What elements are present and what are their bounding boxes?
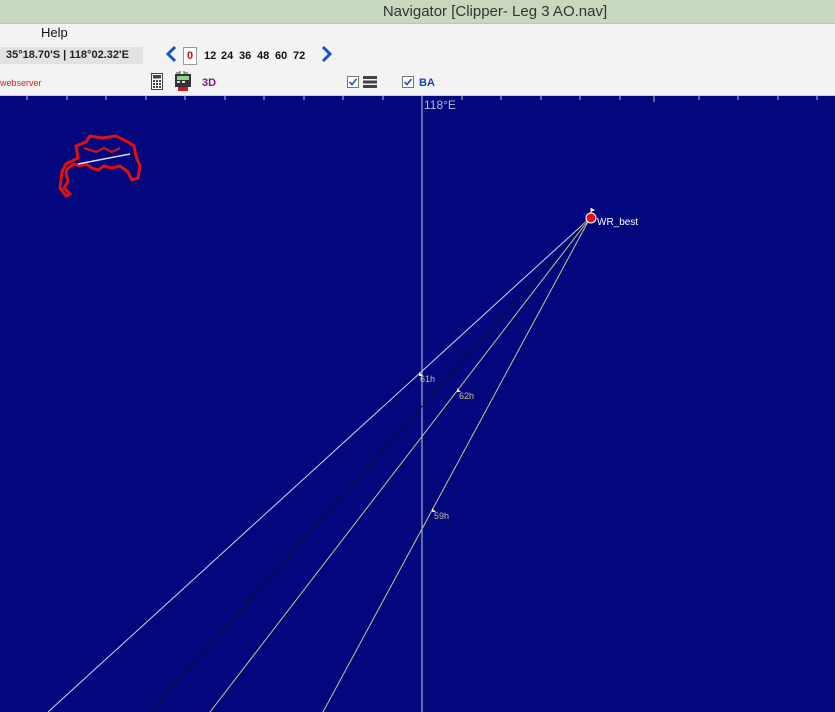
route-lines (47, 217, 591, 712)
meridian-label: 118°E (424, 98, 456, 112)
previous-time-button[interactable] (164, 45, 180, 63)
chevron-right-icon (321, 45, 333, 63)
menu-help[interactable]: Help (41, 25, 68, 40)
calculator-icon (151, 73, 163, 90)
gps-device-button[interactable] (173, 71, 193, 96)
chevron-left-icon (165, 45, 177, 63)
title-bar: Navigator [Clipper- Leg 3 AO.nav] (0, 0, 835, 24)
ba-label[interactable]: BA (419, 77, 435, 89)
checkmark-icon (348, 78, 358, 86)
checkmark-icon (403, 78, 413, 86)
view-3d-button[interactable]: 3D (202, 77, 216, 89)
map-toolbar: webserver 3D BA (0, 67, 835, 96)
waypoint-label: WR_best (597, 217, 638, 228)
route-label-61h: 61h (420, 374, 435, 384)
hour-36-button[interactable]: 36 (239, 50, 251, 62)
calculator-button[interactable] (151, 73, 163, 95)
next-time-button[interactable] (318, 45, 334, 63)
route-label-62h: 62h (459, 391, 474, 401)
menu-bar: Help (0, 24, 835, 43)
gps-device-icon (175, 71, 191, 91)
time-toolbar: 35°18.70'S | 118°02.32'E 0 12 24 36 48 6… (0, 43, 835, 67)
hour-60-button[interactable]: 60 (275, 50, 287, 62)
hour-48-button[interactable]: 48 (257, 50, 269, 62)
route-label-59h: 59h (434, 511, 449, 521)
layers-checkbox[interactable] (347, 76, 359, 88)
position-readout: 35°18.70'S | 118°02.32'E (0, 47, 143, 64)
map-canvas[interactable]: 118°E 61h 62h 59h WR_best (0, 96, 835, 712)
webserver-label[interactable]: webserver (0, 78, 42, 88)
ba-checkbox[interactable] (402, 76, 414, 88)
window-title: Navigator [Clipper- Leg 3 AO.nav] (382, 3, 608, 20)
layers-icon (363, 76, 377, 88)
waypoint-marker[interactable] (585, 208, 597, 224)
hour-72-button[interactable]: 72 (293, 50, 305, 62)
chart-map[interactable]: 118°E 61h 62h 59h WR_best (0, 96, 835, 712)
layers-button[interactable] (363, 75, 377, 94)
current-hour-field[interactable]: 0 (183, 47, 197, 65)
island-outline (58, 134, 142, 198)
island-track-line (77, 153, 131, 165)
hour-12-button[interactable]: 12 (204, 50, 216, 62)
hour-24-button[interactable]: 24 (221, 50, 233, 62)
